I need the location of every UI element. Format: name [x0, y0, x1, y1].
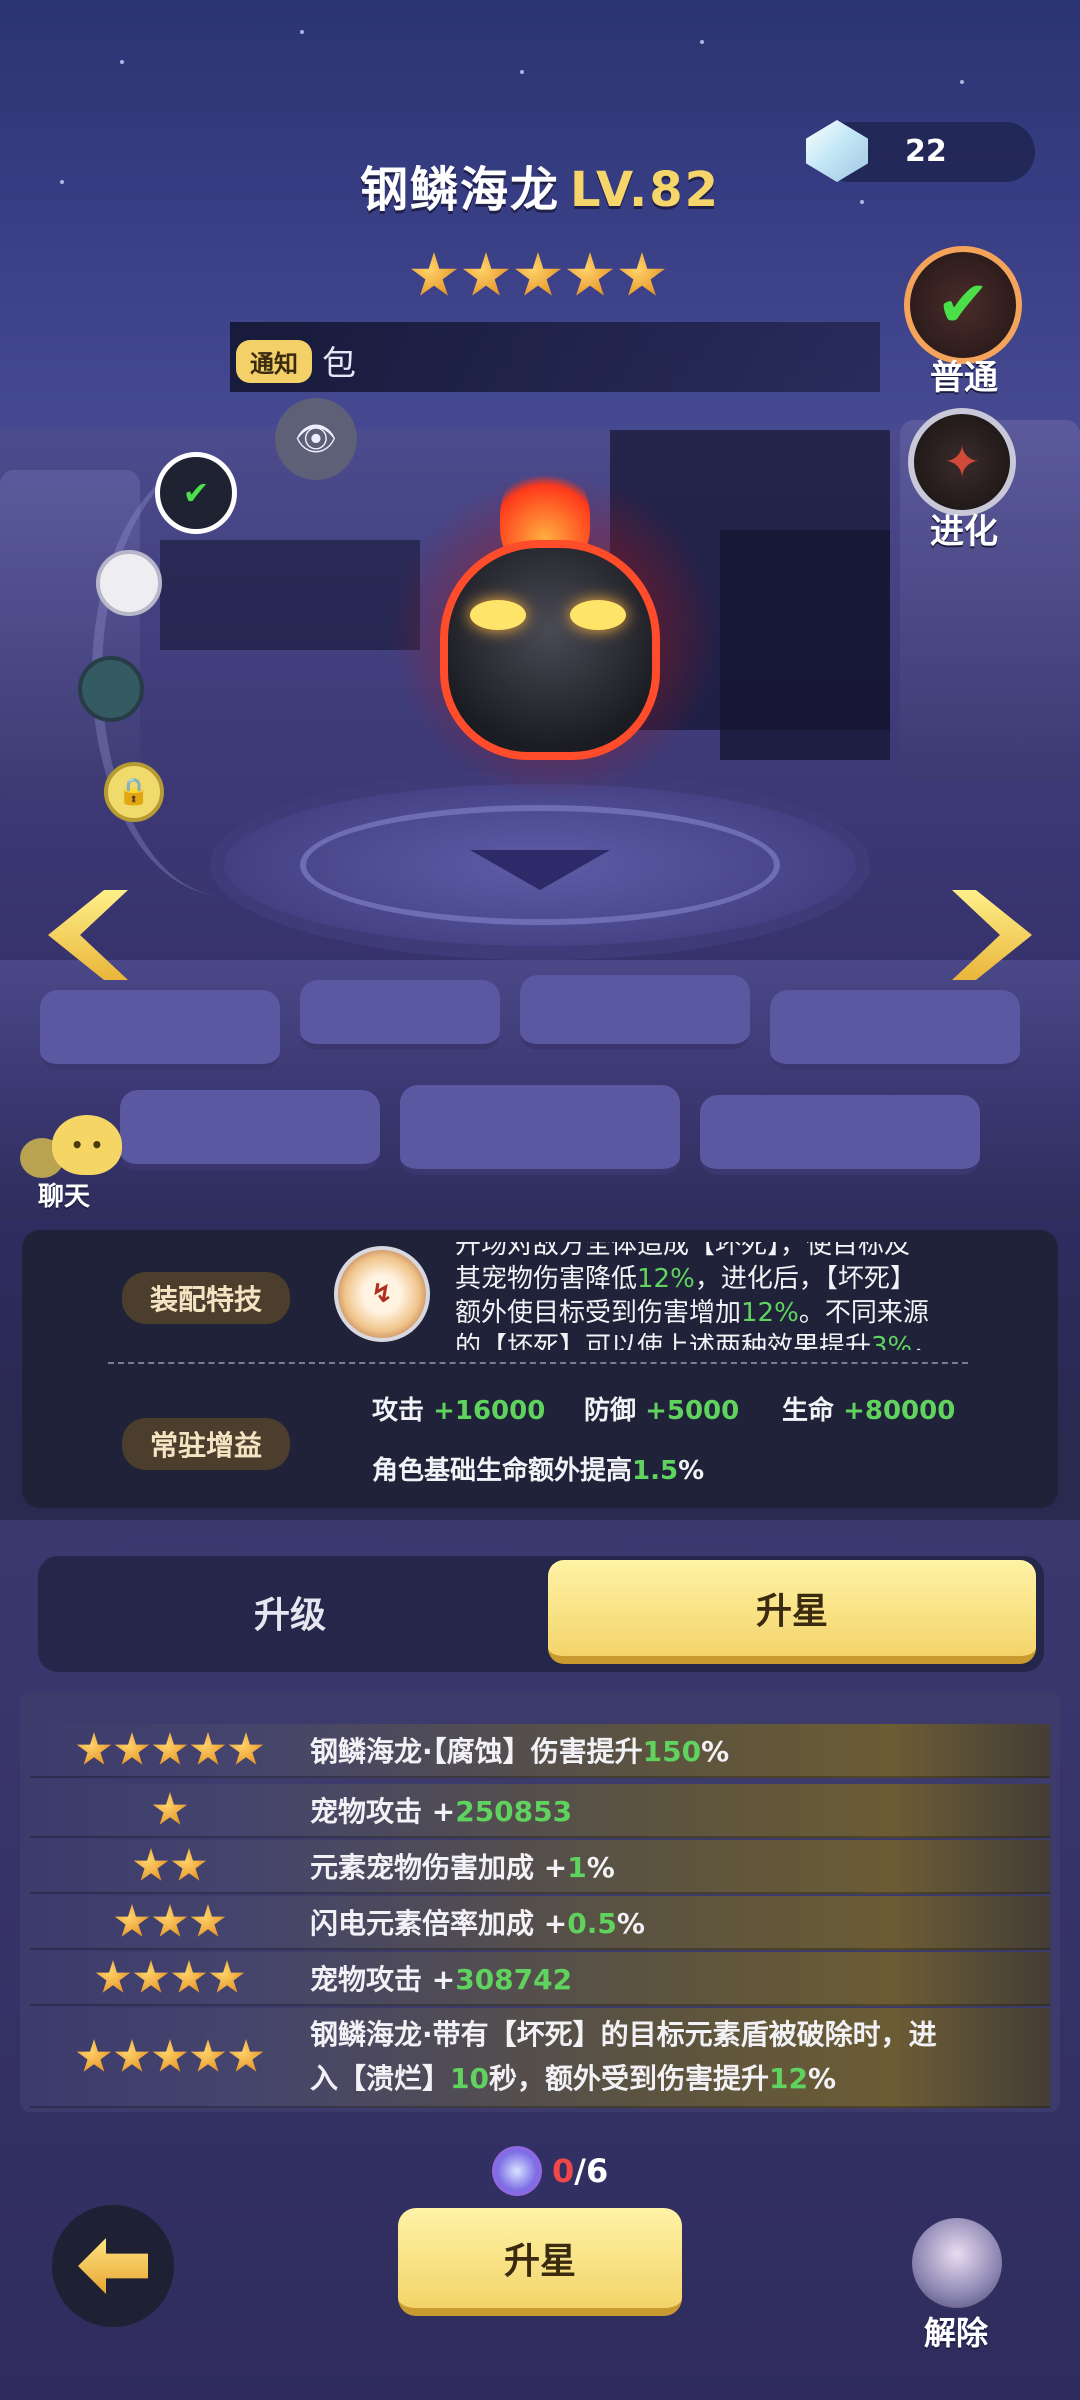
star-bonus-text: 闪电元素倍率加成 +0.5% — [310, 1907, 645, 1940]
lock-icon: 🔒 — [117, 777, 151, 807]
star-up-button[interactable]: 升星 — [398, 2208, 682, 2316]
back-arrow-icon — [78, 2238, 148, 2294]
star-icon — [190, 1904, 226, 1937]
arena-shadow — [720, 530, 890, 760]
star-bonus-row: 元素宠物伤害加成 +1% — [30, 1840, 1050, 1894]
star-icon — [514, 252, 562, 296]
release-pet-icon[interactable] — [912, 2218, 1002, 2308]
mode-evolve-avatar: ✦ — [908, 408, 1016, 516]
skill-icon[interactable]: ↯ — [334, 1246, 430, 1342]
chat-bubble-icon[interactable]: • • — [52, 1115, 122, 1175]
gem-count: 22 — [905, 134, 947, 169]
pet-level: LV.82 — [570, 162, 720, 218]
star-icon — [190, 1732, 226, 1765]
tab-star-up[interactable]: 升星 — [548, 1560, 1036, 1664]
mode-evolve-label: 进化 — [930, 512, 998, 552]
star-icon — [566, 252, 614, 296]
passive-bonus-label: 常驻增益 — [122, 1418, 291, 1470]
mode-normal-button[interactable]: ✔ 普通 — [904, 246, 1024, 399]
skill-line-2: 其宠物伤害降低12%，进化后，【坏死】 — [455, 1264, 916, 1294]
row-star-rating — [30, 1792, 310, 1828]
row-star-rating — [30, 1960, 310, 1996]
star-icon — [228, 1732, 264, 1765]
skin-option-selected[interactable]: ✔ — [155, 452, 237, 534]
star-bonus-text: 元素宠物伤害加成 +1% — [310, 1851, 615, 1884]
check-icon: ✔ — [182, 474, 210, 512]
star-icon — [190, 2039, 226, 2072]
star-bonus-text: 钢鳞海龙·【腐蚀】伤害提升150% — [310, 1735, 730, 1768]
row-star-rating — [30, 1732, 310, 1768]
notice-tag: 通知 — [236, 340, 312, 383]
pet-eye-left — [470, 600, 526, 630]
mode-normal-avatar: ✔ — [904, 246, 1022, 364]
row-star-rating — [30, 1904, 310, 1940]
release-label[interactable]: 解除 — [924, 2308, 988, 2354]
passive-extra: 角色基础生命额外提高1.5% — [372, 1456, 705, 1486]
star-icon — [152, 1904, 188, 1937]
notice-text: 包 — [322, 344, 356, 384]
star-material-icon — [492, 2146, 542, 2196]
back-button[interactable] — [52, 2205, 174, 2327]
star-icon — [95, 1960, 131, 1993]
chat-label[interactable]: 聊天 — [38, 1176, 90, 1213]
star-icon — [114, 1732, 150, 1765]
check-icon: ✔ — [936, 268, 990, 342]
star-bonus-text: 钢鳞海龙·带有【坏死】的目标元素盾被破除时，进 入【溃烂】10秒，额外受到伤害提升… — [310, 2018, 937, 2095]
star-icon — [171, 1848, 207, 1881]
divider — [108, 1362, 968, 1364]
star-icon — [152, 1792, 188, 1825]
star-bonus-row: 钢鳞海龙·【腐蚀】伤害提升150% — [30, 1724, 1050, 1778]
pet-model[interactable] — [440, 540, 660, 760]
skill-line-4: 的【坏死】可以使上述两种效果提升3%， — [455, 1332, 939, 1350]
star-icon — [114, 1904, 150, 1937]
star-bonus-row: 宠物攻击 +308742 — [30, 1952, 1050, 2006]
equip-skill-label: 装配特技 — [122, 1272, 291, 1324]
star-icon — [152, 1732, 188, 1765]
star-bonus-row: 宠物攻击 +250853 — [30, 1784, 1050, 1838]
passive-defense: 防御 +5000 — [584, 1396, 740, 1426]
skill-line-1: 开场对敌方全体造成【坏死】，使目标及 — [455, 1242, 911, 1260]
star-icon — [618, 252, 666, 296]
star-icon — [133, 1960, 169, 1993]
star-bonus-row: 闪电元素倍率加成 +0.5% — [30, 1896, 1050, 1950]
skill-line-3: 额外使目标受到伤害增加12%。不同来源 — [455, 1298, 929, 1328]
skin-option-teal[interactable] — [78, 656, 144, 722]
arena-stones — [0, 960, 1080, 1220]
eye-icon: 👁 — [294, 419, 338, 459]
skill-description[interactable]: 开场对敌方全体造成【坏死】，使目标及 其宠物伤害降低12%，进化后，【坏死】 额… — [455, 1242, 975, 1350]
passive-hp: 生命 +80000 — [782, 1396, 956, 1426]
star-icon — [228, 2039, 264, 2072]
view-eye-button[interactable]: 👁 — [275, 398, 357, 480]
star-bonus-text: 宠物攻击 +308742 — [310, 1963, 573, 1996]
mode-normal-label: 普通 — [930, 358, 998, 398]
pet-star-rating — [410, 252, 666, 300]
mode-evolve-button[interactable]: ✦ 进化 — [908, 408, 1020, 553]
star-icon — [171, 1960, 207, 1993]
star-bonus-row: 钢鳞海龙·带有【坏死】的目标元素盾被破除时，进 入【溃烂】10秒，额外受到伤害提升… — [30, 2008, 1050, 2108]
pet-name: 钢鳞海龙 — [360, 162, 561, 218]
row-star-rating — [30, 1848, 310, 1884]
dragon-icon: ✦ — [943, 436, 981, 488]
passive-attack: 攻击 +16000 — [372, 1396, 546, 1426]
star-icon — [76, 1732, 112, 1765]
pet-eye-right — [570, 600, 626, 630]
skin-option-locked[interactable]: 🔒 — [104, 762, 164, 822]
star-icon — [152, 2039, 188, 2072]
star-icon — [410, 252, 458, 296]
tab-upgrade[interactable]: 升级 — [60, 1560, 520, 1664]
star-icon — [133, 1848, 169, 1881]
star-bonus-text: 宠物攻击 +250853 — [310, 1795, 573, 1828]
skin-option-white[interactable] — [96, 550, 162, 616]
star-icon — [114, 2039, 150, 2072]
star-icon — [76, 2039, 112, 2072]
star-icon — [209, 1960, 245, 1993]
arena-triangle-mark — [470, 850, 610, 890]
star-icon — [462, 252, 510, 296]
star-material-progress: 0/6 — [552, 2152, 609, 2190]
row-star-rating — [30, 2039, 310, 2075]
